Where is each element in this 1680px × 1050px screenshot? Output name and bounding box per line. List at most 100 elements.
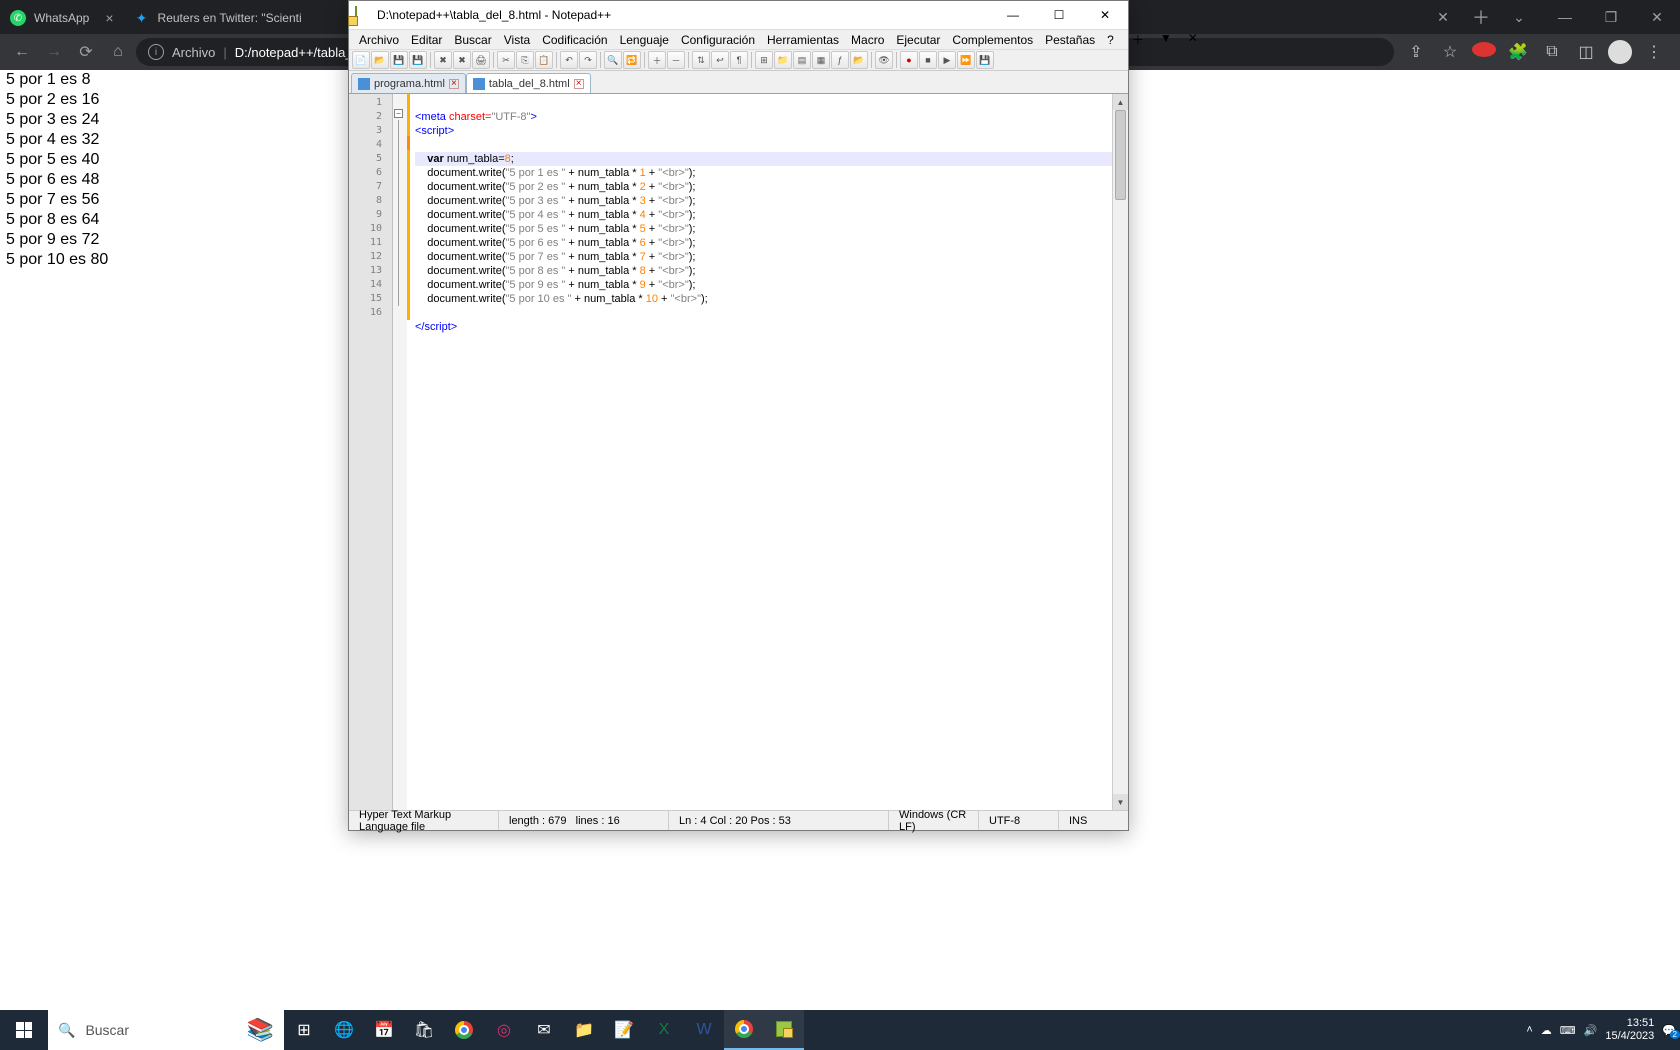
bookmark-icon[interactable]: ☆ [1438, 42, 1462, 62]
func-list-icon[interactable]: ƒ [831, 51, 849, 69]
npp-tab-tabla[interactable]: tabla_del_8.html × [466, 73, 591, 93]
editor-area[interactable]: 12345678910111213141516 − <meta charset=… [349, 93, 1128, 810]
fast-macro-icon[interactable]: ⏩ [957, 51, 975, 69]
play-macro-icon[interactable]: ▶ [938, 51, 956, 69]
menu-ejecutar[interactable]: Ejecutar [890, 31, 946, 49]
menu-help[interactable]: ? [1101, 31, 1120, 49]
show-chars-icon[interactable]: ¶ [730, 51, 748, 69]
copy-icon[interactable]: ⎘ [516, 51, 534, 69]
taskbar-chrome-running-icon[interactable] [724, 1010, 764, 1050]
menu-archivo[interactable]: Archivo [353, 31, 405, 49]
taskbar-npp-running-icon[interactable] [764, 1010, 804, 1050]
taskbar-app-icon[interactable]: ◎ [484, 1010, 524, 1050]
sync-scroll-icon[interactable]: ⇅ [692, 51, 710, 69]
redo-icon[interactable]: ↷ [579, 51, 597, 69]
npp-titlebar[interactable]: D:\notepad++\tabla_del_8.html - Notepad+… [349, 1, 1128, 29]
find-icon[interactable]: 🔍 [604, 51, 622, 69]
taskbar-word-icon[interactable]: W [684, 1010, 724, 1050]
menu-complementos[interactable]: Complementos [946, 31, 1039, 49]
save-all-icon[interactable]: 💾 [409, 51, 427, 69]
maximize-button[interactable]: ☐ [1036, 1, 1082, 29]
window-close-icon[interactable]: ✕ [1634, 0, 1680, 34]
chrome-close-icon[interactable]: ✕ [1420, 0, 1466, 34]
start-button[interactable] [0, 1010, 48, 1050]
menu-dropdown-icon[interactable]: ▼ [1154, 29, 1178, 50]
save-icon[interactable]: 💾 [390, 51, 408, 69]
tabs-dropdown-icon[interactable]: ⌄ [1496, 0, 1542, 34]
taskbar-edge-icon[interactable]: 🌐 [324, 1010, 364, 1050]
forward-button[interactable]: → [40, 38, 68, 66]
stop-macro-icon[interactable]: ■ [919, 51, 937, 69]
scroll-up-icon[interactable]: ▲ [1113, 94, 1128, 110]
extension-icon[interactable] [1472, 42, 1496, 62]
folder-workspace-icon[interactable]: 📂 [850, 51, 868, 69]
menu-codificacion[interactable]: Codificación [536, 31, 613, 49]
taskbar-store-icon[interactable]: 🛍 [404, 1010, 444, 1050]
replace-icon[interactable]: 🔁 [623, 51, 641, 69]
undo-icon[interactable]: ↶ [560, 51, 578, 69]
close-button[interactable]: ✕ [1082, 1, 1128, 29]
share-icon[interactable]: ⇪ [1404, 42, 1428, 62]
home-button[interactable]: ⌂ [104, 38, 132, 66]
reading-list-icon[interactable]: ⧉ [1540, 43, 1564, 61]
taskbar-calendar-icon[interactable]: 📅 [364, 1010, 404, 1050]
zoom-out-icon[interactable]: － [667, 51, 685, 69]
menu-configuracion[interactable]: Configuración [675, 31, 761, 49]
close-icon[interactable]: × [105, 10, 113, 26]
menu-pestanas[interactable]: Pestañas [1039, 31, 1101, 49]
taskbar-mail-icon[interactable]: ✉ [524, 1010, 564, 1050]
scroll-thumb[interactable] [1115, 110, 1126, 200]
tray-clock[interactable]: 13:51 15/4/2023 [1605, 1017, 1654, 1043]
tray-chevron-icon[interactable]: ˄ [1526, 1024, 1532, 1036]
task-view-icon[interactable]: ⊞ [284, 1010, 324, 1050]
folder-icon[interactable]: 📁 [774, 51, 792, 69]
side-panel-icon[interactable]: ◫ [1574, 42, 1598, 62]
indent-guide-icon[interactable]: ⊞ [755, 51, 773, 69]
site-info-icon[interactable]: i [148, 44, 164, 60]
taskbar-search[interactable]: 🔍 Buscar 📚 [48, 1010, 284, 1050]
menu-lenguaje[interactable]: Lenguaje [614, 31, 675, 49]
taskbar-excel-icon[interactable]: X [644, 1010, 684, 1050]
menu-editar[interactable]: Editar [405, 31, 448, 49]
doc-map-icon[interactable]: ▤ [793, 51, 811, 69]
close-all-icon[interactable]: ✖ [453, 51, 471, 69]
profile-avatar[interactable] [1608, 40, 1632, 64]
paste-icon[interactable]: 📋 [535, 51, 553, 69]
chrome-tab-whatsapp[interactable]: ✆ WhatsApp × [0, 2, 124, 34]
chrome-menu-icon[interactable]: ⋮ [1642, 42, 1666, 62]
menu-vista[interactable]: Vista [498, 31, 536, 49]
doc-list-icon[interactable]: ▦ [812, 51, 830, 69]
cut-icon[interactable]: ✂ [497, 51, 515, 69]
zoom-in-icon[interactable]: ＋ [648, 51, 666, 69]
close-file-icon[interactable]: ✖ [434, 51, 452, 69]
taskbar-chrome-icon[interactable] [444, 1010, 484, 1050]
taskbar-explorer-icon[interactable]: 📁 [564, 1010, 604, 1050]
extensions-icon[interactable]: 🧩 [1506, 42, 1530, 62]
tab-close-icon[interactable]: × [574, 79, 584, 89]
tray-onedrive-icon[interactable]: ☁ [1541, 1024, 1552, 1037]
window-maximize-icon[interactable]: ❐ [1588, 0, 1634, 34]
window-minimize-icon[interactable]: ― [1542, 0, 1588, 34]
menu-plus-icon[interactable]: ＋ [1126, 29, 1150, 50]
wrap-icon[interactable]: ↩ [711, 51, 729, 69]
new-file-icon[interactable]: 📄 [352, 51, 370, 69]
minimize-button[interactable]: ― [990, 1, 1036, 29]
chrome-tab-twitter[interactable]: ✦ Reuters en Twitter: "Scienti [124, 2, 312, 34]
back-button[interactable]: ← [8, 38, 36, 66]
print-icon[interactable]: 🖨 [472, 51, 490, 69]
vertical-scrollbar[interactable]: ▲ ▼ [1112, 94, 1128, 810]
save-macro-icon[interactable]: 💾 [976, 51, 994, 69]
record-macro-icon[interactable]: ● [900, 51, 918, 69]
tray-notifications-icon[interactable]: 💬2 [1662, 1024, 1676, 1037]
code-content[interactable]: <meta charset="UTF-8"><script> var num_t… [393, 94, 1128, 810]
tray-volume-icon[interactable]: 🔊 [1584, 1024, 1598, 1037]
npp-tab-programa[interactable]: programa.html × [351, 73, 466, 93]
tray-keyboard-icon[interactable]: ⌨ [1560, 1024, 1576, 1037]
menu-macro[interactable]: Macro [845, 31, 890, 49]
menu-herramientas[interactable]: Herramientas [761, 31, 845, 49]
new-tab-button[interactable]: ＋ [1466, 2, 1496, 32]
fold-box-icon[interactable]: − [394, 109, 403, 118]
scroll-down-icon[interactable]: ▼ [1113, 794, 1128, 810]
reload-button[interactable]: ⟳ [72, 38, 100, 66]
tab-close-icon[interactable]: × [449, 79, 459, 89]
